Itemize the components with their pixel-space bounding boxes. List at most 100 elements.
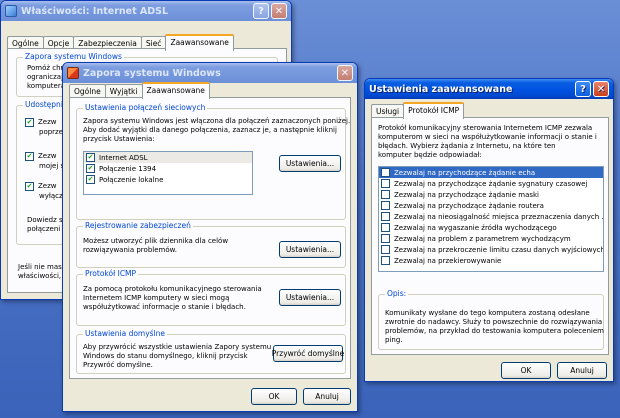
list-item[interactable]: ✔ Internet ADSL (84, 152, 252, 163)
window-title: Ustawienia zaawansowane (369, 83, 513, 95)
footer-text: właściwości, (18, 272, 62, 280)
checkbox[interactable] (381, 256, 390, 265)
icmp-options-list[interactable]: Zezwalaj na przychodzące żądanie echa Ze… (378, 166, 604, 272)
close-button[interactable]: ✕ (593, 81, 609, 97)
firewall-icon (67, 67, 79, 79)
checkbox[interactable] (381, 201, 390, 210)
ok-button[interactable]: OK (501, 362, 551, 379)
cancel-button[interactable]: Anuluj (557, 362, 607, 379)
list-item[interactable]: Zezwalaj na problem z parametrem wychodz… (379, 233, 603, 244)
connections-list[interactable]: ✔ Internet ADSL ✔ Połączenie 1394 ✔ Połą… (83, 151, 253, 195)
option-label-cont: wyłącz (39, 192, 63, 200)
list-item[interactable]: Zezwalaj na wygaszanie źródła wychodzące… (379, 222, 603, 233)
help-button[interactable]: ? (253, 3, 269, 19)
sharing-option[interactable]: ✔ Zezw (25, 152, 57, 161)
tab-icmp[interactable]: Protokół ICMP (403, 102, 465, 119)
group-title: Opis: (385, 289, 409, 298)
list-item[interactable]: Zezwalaj na przekroczenie limitu czasu d… (379, 244, 603, 255)
intro-text: błędach. Wybierz żądania z Internetu, na… (378, 142, 556, 150)
group-text: ograniczaj (27, 73, 64, 81)
option-label: Zezwalaj na przychodzące żądanie sygnatu… (394, 179, 588, 188)
tab-advanced[interactable]: Zaawansowane (141, 82, 210, 99)
list-item[interactable]: ✔ Połączenie lokalne (84, 174, 252, 185)
checkbox[interactable]: ✔ (86, 153, 95, 162)
group-desc: rozwiązywania problemów. (83, 246, 177, 254)
connections-group: Ustawienia połączeń sieciowych Zapora sy… (76, 103, 350, 220)
option-label: Zezw (38, 118, 57, 126)
connection-label: Połączenie lokalne (99, 175, 164, 184)
list-item[interactable]: Zezwalaj na przychodzące żądanie maski (379, 189, 603, 200)
option-label-cont: mojej s (39, 162, 65, 170)
option-label: Zezwalaj na problem z parametrem wychodz… (394, 234, 571, 243)
group-title: Ustawienia domyślne (83, 329, 168, 338)
tab-services[interactable]: Usługi (371, 104, 405, 118)
checkbox[interactable]: ✔ (25, 118, 34, 127)
icmp-panel: Protokół komunikacyjny sterowania Intern… (371, 117, 609, 355)
option-label: Zezwalaj na nieosiągalność miejsca przez… (394, 212, 603, 221)
tab-exceptions[interactable]: Wyjątki (104, 84, 143, 98)
connection-label: Internet ADSL (99, 153, 148, 162)
checkbox[interactable]: ✔ (86, 164, 95, 173)
icmp-settings-button[interactable]: Ustawienia... (279, 289, 341, 306)
option-label: Zezw (38, 182, 57, 190)
firewall-window: Zapora systemu Windows ✕ Ogólne Wyjątki … (62, 62, 358, 412)
properties-titlebar[interactable]: Właściwości: Internet ADSL ? ✕ (1, 1, 291, 21)
group-title: Zapora systemu Windows (23, 52, 124, 61)
option-label-cont: poprze (39, 128, 64, 136)
list-item[interactable]: Zezwalaj na przychodzące żądanie sygnatu… (379, 178, 603, 189)
group-desc: Aby przywrócić wszystkie ustawienia Zapo… (83, 343, 272, 351)
connection-label: Połączenie 1394 (99, 164, 157, 173)
option-label: Zezwalaj na przekroczenie limitu czasu d… (394, 245, 603, 254)
group-desc: Windows do stanu domyślnego, kliknij prz… (83, 352, 248, 360)
group-desc: przycisk Ustawienia: (83, 135, 155, 143)
description-group: Opis: Komunikaty wysłane do tego kompute… (378, 289, 604, 350)
list-item[interactable]: ✔ Połączenie 1394 (84, 163, 252, 174)
learn-more-text: połączeni (27, 225, 61, 233)
connection-settings-button[interactable]: Ustawienia... (279, 155, 341, 172)
group-desc: współużytkować informacje o stanie i błę… (83, 303, 246, 311)
help-button[interactable]: ? (575, 81, 591, 97)
checkbox[interactable] (381, 212, 390, 221)
checkbox[interactable]: ✔ (25, 152, 34, 161)
cancel-button[interactable]: Anuluj (303, 388, 351, 405)
window-title: Właściwości: Internet ADSL (21, 5, 169, 17)
checkbox[interactable] (381, 223, 390, 232)
logging-settings-button[interactable]: Ustawienia... (279, 241, 341, 258)
group-desc: Przywróć domyślne. (83, 361, 153, 369)
checkbox[interactable] (381, 168, 390, 177)
learn-more-text: Dowiedz s (27, 216, 63, 224)
list-item[interactable]: Zezwalaj na nieosiągalność miejsca przez… (379, 211, 603, 222)
group-text: komputera (27, 82, 66, 90)
window-title: Zapora systemu Windows (83, 67, 221, 79)
option-label: Zezwalaj na przekierowywanie (394, 256, 502, 265)
checkbox[interactable] (381, 245, 390, 254)
group-title: Ustawienia połączeń sieciowych (83, 103, 208, 112)
checkbox[interactable]: ✔ (25, 182, 34, 191)
description-text: ping. (385, 336, 403, 344)
firewall-titlebar[interactable]: Zapora systemu Windows ✕ (63, 63, 357, 83)
tab-advanced[interactable]: Zaawansowane (165, 34, 234, 51)
sharing-option[interactable]: ✔ Zezw (25, 118, 57, 127)
tab-general[interactable]: Ogólne (69, 84, 106, 98)
list-item[interactable]: Zezwalaj na przychodzące żądanie routera (379, 200, 603, 211)
icmp-group: Protokół ICMP Za pomocą protokołu komuni… (76, 269, 346, 326)
checkbox[interactable]: ✔ (86, 175, 95, 184)
group-desc: Aby dodać wyjątki dla danego połączenia,… (83, 126, 337, 134)
checkbox[interactable] (381, 234, 390, 243)
checkbox[interactable] (381, 190, 390, 199)
close-button[interactable]: ✕ (337, 65, 353, 81)
sharing-option[interactable]: ✔ Zezw (25, 182, 57, 191)
group-title: Udostępni (23, 100, 65, 109)
option-label: Zezwalaj na wygaszanie źródła wychodzące… (394, 223, 557, 232)
ok-button[interactable]: OK (251, 388, 297, 405)
restore-defaults-button[interactable]: Przywróć domyślne (272, 345, 344, 362)
advanced-titlebar[interactable]: Ustawienia zaawansowane ? ✕ (365, 79, 613, 99)
option-label: Zezwalaj na przychodzące żądanie maski (394, 190, 540, 199)
group-desc: Zapora systemu Windows jest włączona dla… (83, 117, 351, 125)
list-item[interactable]: Zezwalaj na przychodzące żądanie echa (379, 167, 603, 178)
logging-group: Rejestrowanie zabezpieczeń Możesz utworz… (76, 221, 346, 268)
checkbox[interactable] (381, 179, 390, 188)
close-button[interactable]: ✕ (271, 3, 287, 19)
list-item[interactable]: Zezwalaj na przekierowywanie (379, 255, 603, 266)
group-text: Pomóż chr (27, 64, 64, 72)
